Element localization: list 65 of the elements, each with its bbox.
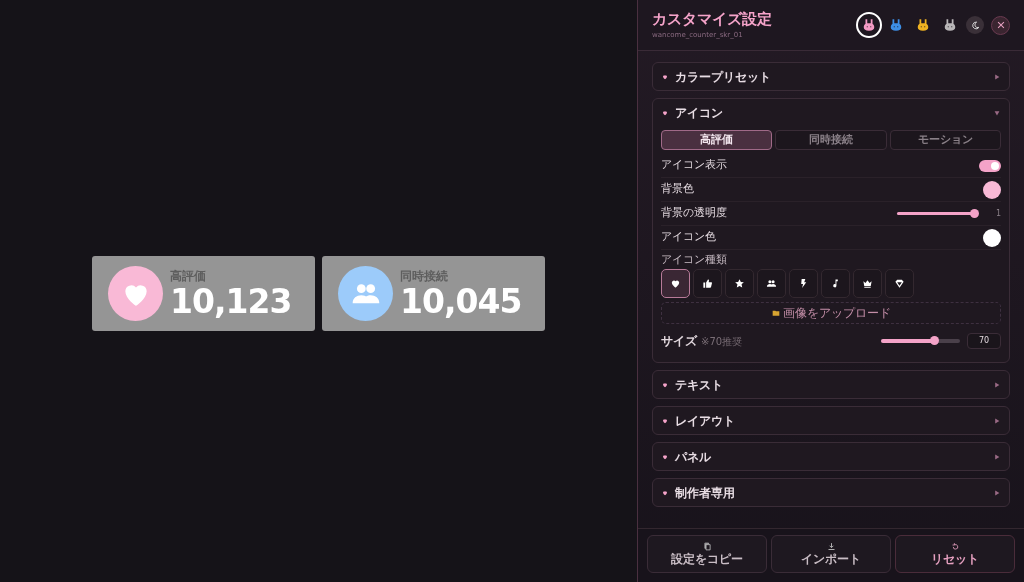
heart-icon xyxy=(662,453,668,460)
close-button[interactable] xyxy=(991,15,1010,35)
dark-mode-button[interactable] xyxy=(966,16,984,34)
icon-option[interactable] xyxy=(661,269,690,298)
setting-label: 背景色 xyxy=(661,181,694,198)
caret-right-icon xyxy=(994,489,1000,496)
toggle-switch[interactable] xyxy=(979,159,1001,172)
footer-button[interactable]: インポート xyxy=(771,535,891,573)
caret-right-icon xyxy=(994,417,1000,424)
star-icon xyxy=(734,278,745,289)
heart-icon xyxy=(662,381,668,388)
section-header[interactable]: カラープリセット xyxy=(653,63,1009,90)
thumbs-up-icon xyxy=(702,278,713,289)
copy-icon xyxy=(702,542,712,551)
heart-icon xyxy=(670,278,681,289)
icon-option[interactable] xyxy=(757,269,786,298)
reset-icon xyxy=(950,542,960,551)
section-header[interactable]: 制作者専用 xyxy=(653,479,1009,506)
caret-down-icon xyxy=(994,109,1000,116)
section-header[interactable]: テキスト xyxy=(653,371,1009,398)
tab[interactable]: 同時接続 xyxy=(775,130,887,150)
heart-icon xyxy=(662,109,668,116)
setting-label: サイズ xyxy=(661,333,697,350)
counter-value: 10,123 xyxy=(170,284,292,318)
setting-label: 背景の透明度 xyxy=(661,205,727,222)
caret-right-icon xyxy=(994,381,1000,388)
section-header[interactable]: パネル xyxy=(653,443,1009,470)
icon-option[interactable] xyxy=(725,269,754,298)
setting-label: アイコン種類 xyxy=(661,253,728,266)
icon-option[interactable] xyxy=(885,269,914,298)
footer-button[interactable]: 設定をコピー xyxy=(647,535,767,573)
caret-right-icon xyxy=(994,453,1000,460)
heart-icon xyxy=(662,489,668,496)
icon-option[interactable] xyxy=(853,269,882,298)
upload-button[interactable]: 画像をアップロード xyxy=(661,302,1001,324)
setting-label: アイコン表示 xyxy=(661,157,727,174)
section-header[interactable]: レイアウト xyxy=(653,407,1009,434)
footer-button[interactable]: リセット xyxy=(895,535,1015,573)
theme-button[interactable] xyxy=(856,12,882,38)
number-field[interactable]: 70 xyxy=(967,333,1001,349)
music-note-icon xyxy=(830,278,841,289)
hint-text: ※70推奨 xyxy=(701,335,743,349)
panel-title: カスタマイズ設定 xyxy=(652,10,772,29)
slider[interactable] xyxy=(881,339,960,343)
counter-value: 10,045 xyxy=(400,284,522,318)
color-swatch[interactable] xyxy=(983,228,1001,247)
heart-icon xyxy=(662,73,668,80)
caret-right-icon xyxy=(994,73,1000,80)
folder-icon xyxy=(771,309,780,317)
download-icon xyxy=(826,542,836,551)
close-icon xyxy=(995,20,1006,30)
section-header[interactable]: アイコン xyxy=(653,99,1009,126)
people-icon xyxy=(766,278,777,289)
tab[interactable]: 高評価 xyxy=(661,130,773,150)
icon-option[interactable] xyxy=(789,269,818,298)
heart-icon xyxy=(662,417,668,424)
crown-icon xyxy=(862,278,873,289)
diamond-icon xyxy=(894,278,905,289)
icon-option[interactable] xyxy=(693,269,722,298)
moon-icon xyxy=(970,20,980,30)
lightning-icon xyxy=(798,278,809,289)
setting-label: アイコン色 xyxy=(661,229,716,246)
tab[interactable]: モーション xyxy=(889,130,1001,150)
color-swatch[interactable] xyxy=(983,180,1001,199)
slider-value: 1 xyxy=(995,207,1001,220)
